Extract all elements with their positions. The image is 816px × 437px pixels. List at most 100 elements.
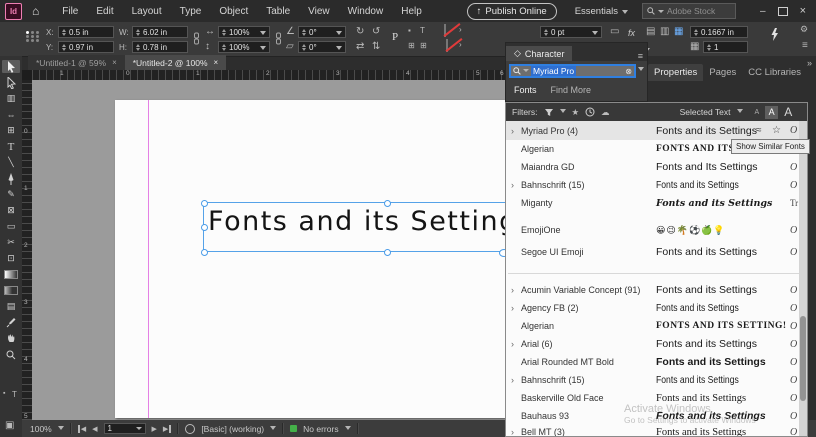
font-row-baskerville[interactable]: Baskerville Old Face Fonts and its Setti…	[506, 389, 801, 407]
font-row-agency-fb[interactable]: › Agency FB (2) Fonts and its Settings O	[506, 299, 801, 317]
menu-file[interactable]: File	[53, 6, 87, 17]
eyedropper-tool[interactable]	[2, 316, 20, 329]
rotate-cw-icon[interactable]: ↻	[356, 26, 364, 37]
filter-funnel-icon[interactable]	[544, 108, 554, 117]
recent-filter-icon[interactable]	[585, 107, 595, 117]
expand-chevron[interactable]: ›	[511, 303, 514, 313]
document-tab-untitled1[interactable]: *Untitled-1 @ 59%×	[28, 55, 125, 70]
font-row-bahnschrift-2[interactable]: › Bahnschrift (15) Fonts and its Setting…	[506, 371, 801, 389]
note-tool[interactable]: ▤	[2, 300, 20, 313]
gear-icon[interactable]: ⚙	[800, 24, 808, 35]
width-field[interactable]: 6.02 in	[132, 26, 188, 38]
menu-help[interactable]: Help	[392, 6, 431, 17]
page-tool[interactable]: ▥	[2, 92, 20, 105]
font-row-arial[interactable]: › Arial (6) Fonts and its Settings O	[506, 335, 801, 353]
workspace-switcher[interactable]: Essentials	[575, 6, 628, 17]
menu-edit[interactable]: Edit	[87, 6, 122, 17]
preflight-status-text[interactable]: No errors	[303, 424, 338, 434]
formatting-affects-container-icon[interactable]: ▪	[3, 390, 5, 397]
rectangle-tool[interactable]: ▭	[2, 220, 20, 233]
page-number-field[interactable]: 1	[104, 423, 146, 434]
font-row-acumin-variable[interactable]: › Acumin Variable Concept (91) Fonts and…	[506, 281, 801, 299]
font-row-arial-rounded[interactable]: Arial Rounded MT Bold Fonts and its Sett…	[506, 353, 801, 371]
sample-size-medium-button[interactable]: A	[765, 106, 778, 119]
favorite-star-icon[interactable]: ☆	[772, 125, 781, 136]
frame-text[interactable]: Fonts and its Settings	[208, 206, 505, 237]
wrap-object-shape-icon[interactable]: ▦	[674, 26, 683, 37]
panel-menu-icon[interactable]: ≡	[802, 40, 808, 51]
tab-fonts[interactable]: Fonts	[514, 85, 537, 95]
frame-handle[interactable]	[201, 249, 208, 256]
stroke-weight-field[interactable]: 0 pt	[540, 26, 602, 38]
pencil-tool[interactable]: ✎	[2, 188, 20, 201]
zoom-tool[interactable]	[2, 348, 20, 361]
tab-find-more[interactable]: Find More	[551, 85, 592, 95]
zoom-chevron-icon[interactable]	[58, 426, 64, 433]
scale-y-field[interactable]: 100%	[218, 41, 270, 53]
frame-handle[interactable]	[201, 200, 208, 207]
stroke-swatch[interactable]	[446, 39, 448, 52]
menu-table[interactable]: Table	[257, 6, 299, 17]
font-row-algerian-2[interactable]: Algerian FONTS AND ITS SETTING! O	[506, 317, 801, 335]
font-list-scrollbar[interactable]	[799, 121, 807, 436]
tab-cc-libraries[interactable]: CC Libraries	[742, 64, 807, 81]
direct-selection-tool[interactable]	[2, 76, 20, 89]
first-page-button[interactable]: ◀	[78, 425, 86, 433]
minimize-button[interactable]: –	[760, 6, 766, 17]
wrap-offset-up-icon[interactable]: ⊞	[408, 41, 415, 50]
free-transform-tool[interactable]: ⊡	[2, 252, 20, 265]
search-value[interactable]: Myriad Pro	[531, 66, 576, 76]
close-tab-icon[interactable]: ×	[214, 58, 219, 67]
tab-properties[interactable]: Properties	[648, 64, 703, 81]
expand-chevron[interactable]: ›	[511, 339, 514, 349]
sample-size-small-button[interactable]: A	[755, 109, 760, 116]
scrollbar-thumb[interactable]	[800, 316, 806, 401]
screen-mode-button[interactable]: ▣	[5, 420, 14, 431]
y-position-field[interactable]: 0.97 in	[58, 41, 114, 53]
expand-chevron[interactable]: ›	[511, 375, 514, 385]
line-tool[interactable]: ╲	[2, 156, 20, 169]
menu-window[interactable]: Window	[339, 6, 393, 17]
document-tab-untitled2[interactable]: *Untitled-2 @ 100%×	[125, 55, 226, 70]
select-container-icon[interactable]: ▪	[408, 26, 411, 35]
show-similar-fonts-icon[interactable]: ≈	[756, 125, 762, 136]
rotate-ccw-icon[interactable]: ↺	[372, 26, 380, 37]
wrap-offset-down-icon[interactable]: ⊞	[420, 41, 427, 50]
errors-chevron-icon[interactable]	[345, 426, 351, 433]
height-field[interactable]: 0.78 in	[132, 41, 188, 53]
panel-menu-icon[interactable]: ≡	[638, 51, 643, 61]
menu-object[interactable]: Object	[210, 6, 257, 17]
font-row-myriad-pro[interactable]: › Myriad Pro (4) Fonts and its Settings …	[506, 121, 801, 140]
pen-tool[interactable]	[2, 172, 20, 185]
expand-chevron[interactable]: ›	[511, 126, 514, 136]
font-row-emojione[interactable]: EmojiOne 😀😉🌴⚽🍏💡 O	[506, 219, 801, 241]
menu-layout[interactable]: Layout	[123, 6, 171, 17]
flip-vertical-icon[interactable]: ⇅	[372, 41, 380, 52]
selection-tool[interactable]	[2, 60, 20, 73]
wrap-offset-field[interactable]: 0.1667 in	[690, 26, 748, 38]
preflight-profile-select[interactable]: [Basic] (working)	[201, 424, 264, 434]
stock-search-input[interactable]: Adobe Stock	[642, 3, 736, 19]
gradient-swatch-tool[interactable]	[2, 268, 20, 281]
font-row-segoe-ui-emoji[interactable]: Segoe UI Emoji Fonts and its Settings O	[506, 241, 801, 263]
expand-chevron[interactable]: ›	[511, 180, 514, 190]
rotation-angle-field[interactable]: 0°	[298, 26, 346, 38]
page[interactable]: Fonts and its Settings	[115, 100, 505, 418]
last-page-button[interactable]: ▶	[163, 425, 171, 433]
activated-fonts-filter-icon[interactable]: ☁	[601, 107, 610, 118]
expand-chevron[interactable]: ›	[511, 427, 514, 436]
publish-online-button[interactable]: ↑ Publish Online	[467, 3, 557, 20]
columns-field[interactable]: 1	[703, 41, 748, 53]
hand-tool[interactable]	[2, 332, 20, 345]
select-content-icon[interactable]: T	[420, 26, 425, 35]
sample-size-large-button[interactable]: A	[784, 105, 792, 119]
next-page-button[interactable]: ▶	[152, 425, 157, 433]
pasteboard[interactable]: Fonts and its Settings	[32, 80, 505, 420]
effects-button[interactable]: fx	[628, 28, 635, 38]
font-row-miganty[interactable]: Miganty Fonts and its Settings Tr	[506, 194, 801, 212]
close-button[interactable]: ×	[800, 5, 806, 17]
font-row-bahnschrift[interactable]: › Bahnschrift (15) Fonts and its Setting…	[506, 176, 801, 194]
restore-button[interactable]	[778, 7, 788, 16]
scope-chevron-icon[interactable]	[737, 109, 743, 116]
shear-angle-field[interactable]: 0°	[298, 41, 346, 53]
